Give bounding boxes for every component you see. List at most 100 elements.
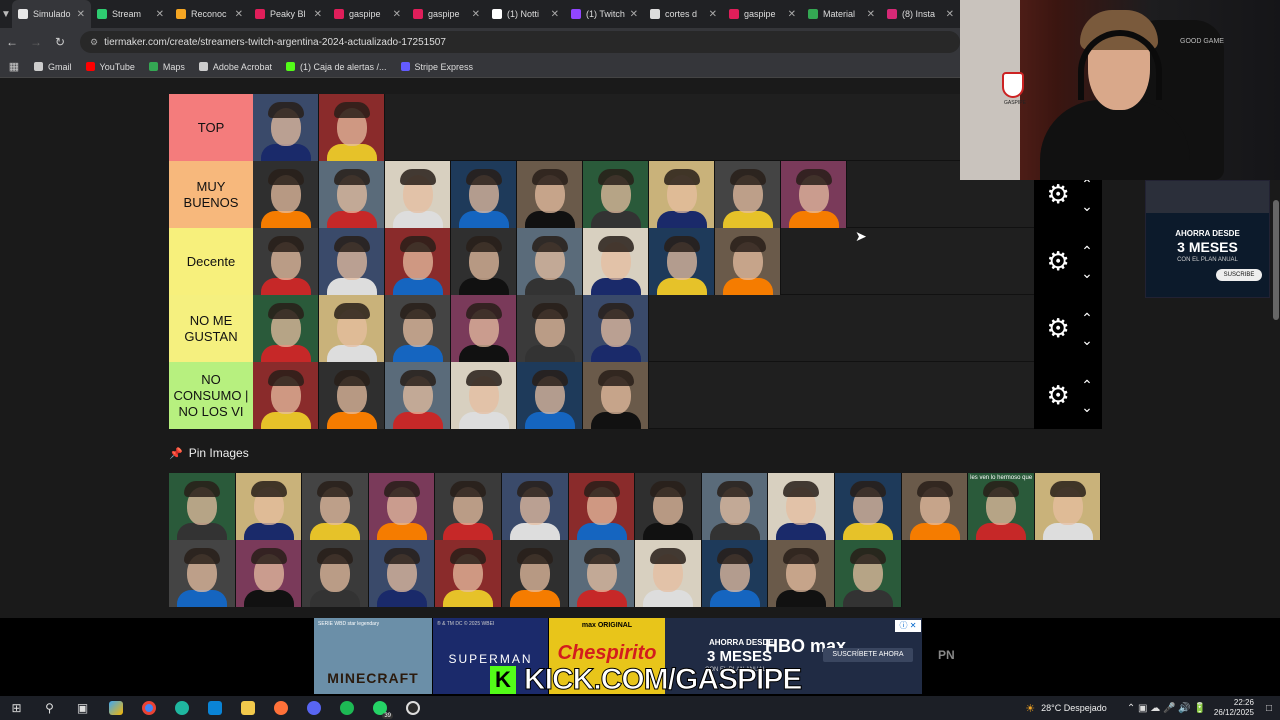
streamer-image[interactable]: les ven lo hermoso que bbox=[968, 473, 1035, 540]
streamer-image[interactable] bbox=[385, 161, 451, 228]
weather-widget[interactable]: ☀ 28°C Despejado bbox=[1025, 702, 1107, 715]
browser-tab[interactable]: gaspipe ✕ bbox=[723, 0, 802, 28]
streamer-image[interactable] bbox=[701, 473, 769, 540]
streamer-image[interactable] bbox=[517, 362, 583, 429]
site-info-icon[interactable]: ⚙ bbox=[90, 37, 98, 48]
browser-tab[interactable]: (8) Insta ✕ bbox=[881, 0, 960, 28]
bookmark-item[interactable]: Adobe Acrobat bbox=[198, 62, 272, 72]
ad-hbomax-button[interactable]: SUSCRÍBETE AHORA bbox=[823, 648, 913, 662]
tier-label[interactable]: MUY BUENOS bbox=[169, 161, 253, 228]
tab-close-icon[interactable]: ✕ bbox=[314, 9, 322, 20]
streamer-image[interactable] bbox=[649, 228, 715, 295]
tier-settings-icon[interactable]: ⚙ bbox=[1043, 179, 1073, 210]
streamer-image[interactable] bbox=[635, 540, 702, 607]
streamer-image[interactable] bbox=[781, 161, 847, 228]
streamer-image[interactable] bbox=[385, 295, 451, 362]
apps-grid-icon[interactable]: ▦ bbox=[0, 60, 28, 73]
tab-close-icon[interactable]: ✕ bbox=[709, 9, 717, 20]
streamer-image[interactable] bbox=[368, 473, 436, 540]
streamer-image[interactable] bbox=[319, 295, 385, 362]
browser-tab[interactable]: cortes d ✕ bbox=[644, 0, 723, 28]
streamer-image[interactable] bbox=[501, 540, 569, 607]
streamer-image[interactable] bbox=[319, 362, 385, 429]
streamer-image[interactable] bbox=[901, 473, 969, 540]
streamer-image[interactable] bbox=[253, 94, 319, 161]
streamer-image[interactable] bbox=[715, 228, 781, 295]
page-scrollbar[interactable] bbox=[1272, 180, 1280, 670]
tier-label[interactable]: NO ME GUSTAN bbox=[169, 295, 253, 362]
move-down-icon[interactable]: ⌄ bbox=[1081, 396, 1093, 418]
bookmark-item[interactable]: Maps bbox=[148, 62, 185, 72]
chrome-icon[interactable] bbox=[132, 696, 165, 720]
discord-icon[interactable] bbox=[297, 696, 330, 720]
streamer-image[interactable] bbox=[368, 540, 436, 607]
streamer-image[interactable] bbox=[501, 473, 569, 540]
streamer-image[interactable] bbox=[385, 362, 451, 429]
whatsapp-icon[interactable]: 39 bbox=[363, 696, 396, 720]
edge-icon[interactable] bbox=[165, 696, 198, 720]
streamer-image[interactable] bbox=[1034, 473, 1102, 540]
store-icon[interactable] bbox=[198, 696, 231, 720]
browser-tab[interactable]: Stream ✕ bbox=[91, 0, 170, 28]
streamer-image[interactable] bbox=[253, 362, 319, 429]
tab-close-icon[interactable]: ✕ bbox=[472, 9, 480, 20]
streamer-image[interactable] bbox=[568, 473, 636, 540]
notifications-icon[interactable]: □ bbox=[1266, 703, 1272, 714]
tab-close-icon[interactable]: ✕ bbox=[946, 9, 954, 20]
tab-close-icon[interactable]: ✕ bbox=[77, 9, 85, 20]
streamer-image[interactable] bbox=[768, 473, 835, 540]
streamer-image[interactable] bbox=[253, 295, 319, 362]
streamer-image[interactable] bbox=[302, 473, 369, 540]
clock[interactable]: 22:26 26/12/2025 bbox=[1214, 698, 1254, 718]
copilot-icon[interactable] bbox=[99, 696, 132, 720]
tab-close-icon[interactable]: ✕ bbox=[788, 9, 796, 20]
firefox-icon[interactable] bbox=[264, 696, 297, 720]
streamer-image[interactable] bbox=[253, 228, 319, 295]
streamer-image[interactable] bbox=[319, 94, 385, 161]
streamer-image[interactable] bbox=[517, 161, 583, 228]
spotify-icon[interactable] bbox=[330, 696, 363, 720]
streamer-image[interactable] bbox=[451, 362, 517, 429]
streamer-image[interactable] bbox=[253, 161, 319, 228]
move-down-icon[interactable]: ⌄ bbox=[1081, 262, 1093, 284]
streamer-image[interactable] bbox=[451, 228, 517, 295]
bookmark-item[interactable]: Gmail bbox=[34, 62, 72, 72]
streamer-image[interactable] bbox=[583, 161, 649, 228]
tier-settings-icon[interactable]: ⚙ bbox=[1043, 313, 1073, 344]
browser-tab[interactable]: gaspipe ✕ bbox=[328, 0, 407, 28]
streamer-image[interactable] bbox=[435, 473, 502, 540]
forward-icon[interactable]: → bbox=[24, 35, 48, 49]
move-down-icon[interactable]: ⌄ bbox=[1081, 195, 1093, 217]
url-field[interactable]: ⚙ tiermaker.com/create/streamers-twitch-… bbox=[80, 31, 960, 53]
move-down-icon[interactable]: ⌄ bbox=[1081, 329, 1093, 351]
tab-search-icon[interactable]: ▼ bbox=[0, 0, 12, 28]
streamer-image[interactable] bbox=[302, 540, 369, 607]
streamer-image[interactable] bbox=[768, 540, 835, 607]
browser-tab[interactable]: Material ✕ bbox=[802, 0, 881, 28]
ad-close-icon[interactable]: ⓘ ✕ bbox=[895, 620, 921, 632]
tab-close-icon[interactable]: ✕ bbox=[393, 9, 401, 20]
streamer-image[interactable] bbox=[451, 295, 517, 362]
reload-icon[interactable]: ↻ bbox=[48, 35, 72, 49]
move-up-icon[interactable]: ⌃ bbox=[1081, 374, 1093, 396]
tier-settings-icon[interactable]: ⚙ bbox=[1043, 380, 1073, 411]
streamer-image[interactable] bbox=[169, 473, 236, 540]
browser-tab[interactable]: (1) Twitch ✕ bbox=[565, 0, 644, 28]
scrollbar-thumb[interactable] bbox=[1273, 200, 1279, 320]
browser-tab[interactable]: Simulado ✕ bbox=[12, 0, 91, 28]
bookmark-item[interactable]: Stripe Express bbox=[400, 62, 473, 72]
streamer-image[interactable] bbox=[583, 362, 649, 429]
move-up-icon[interactable]: ⌃ bbox=[1081, 307, 1093, 329]
browser-tab[interactable]: Reconoc ✕ bbox=[170, 0, 249, 28]
streamer-image[interactable] bbox=[583, 295, 649, 362]
tab-close-icon[interactable]: ✕ bbox=[156, 9, 164, 20]
streamer-image[interactable] bbox=[701, 540, 769, 607]
tier-label[interactable]: TOP bbox=[169, 94, 253, 161]
streamer-image[interactable] bbox=[517, 295, 583, 362]
streamer-image[interactable] bbox=[517, 228, 583, 295]
streamer-image[interactable] bbox=[235, 473, 303, 540]
streamer-image[interactable] bbox=[583, 228, 649, 295]
bookmark-item[interactable]: YouTube bbox=[85, 62, 135, 72]
tab-close-icon[interactable]: ✕ bbox=[235, 9, 243, 20]
search-icon[interactable]: ⚲ bbox=[33, 696, 66, 720]
